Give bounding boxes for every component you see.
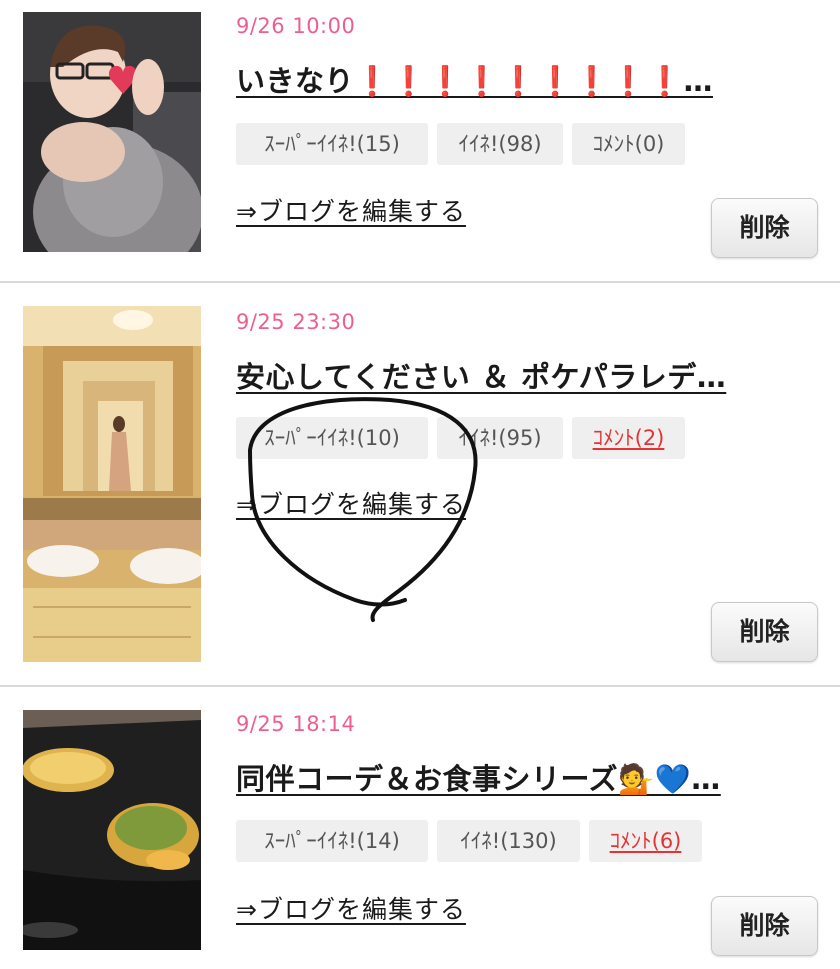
delete-button[interactable]: 削除 [711,896,818,956]
post-thumbnail-selfie[interactable] [23,12,201,252]
edit-blog-link[interactable]: ⇒ブログを編集する [236,890,466,926]
post-thumbnail-okonomiyaki[interactable] [23,710,201,950]
like-badge: ｲｲﾈ!(130) [437,820,580,862]
delete-button[interactable]: 削除 [711,198,818,258]
edit-blog-link[interactable]: ⇒ブログを編集する [236,485,466,521]
post-divider [0,281,840,283]
post-title[interactable]: いきなり❗❗❗❗❗❗❗❗❗… [236,58,816,100]
like-badge: ｲｲﾈ!(95) [437,417,563,459]
super-like-badge: ｽｰﾊﾟｰｲｲﾈ!(15) [236,123,428,165]
post-thumbnail-restroom[interactable] [23,306,201,662]
comment-badge[interactable]: ｺﾒﾝﾄ(6) [589,820,702,862]
post-date: 9/25 23:30 [236,310,356,334]
post-divider [0,685,840,687]
post-date: 9/25 18:14 [236,712,356,736]
delete-button[interactable]: 削除 [711,602,818,662]
like-badge: ｲｲﾈ!(98) [437,123,563,165]
super-like-badge: ｽｰﾊﾟｰｲｲﾈ!(10) [236,417,428,459]
comment-badge[interactable]: ｺﾒﾝﾄ(2) [572,417,685,459]
edit-blog-link[interactable]: ⇒ブログを編集する [236,192,466,228]
post-title[interactable]: 安心してください ＆ ポケパラレデ… [236,354,816,396]
comment-badge: ｺﾒﾝﾄ(0) [572,123,685,165]
post-date: 9/26 10:00 [236,14,356,38]
post-title[interactable]: 同伴コーデ＆お食事シリーズ💁💙… [236,756,816,798]
super-like-badge: ｽｰﾊﾟｰｲｲﾈ!(14) [236,820,428,862]
